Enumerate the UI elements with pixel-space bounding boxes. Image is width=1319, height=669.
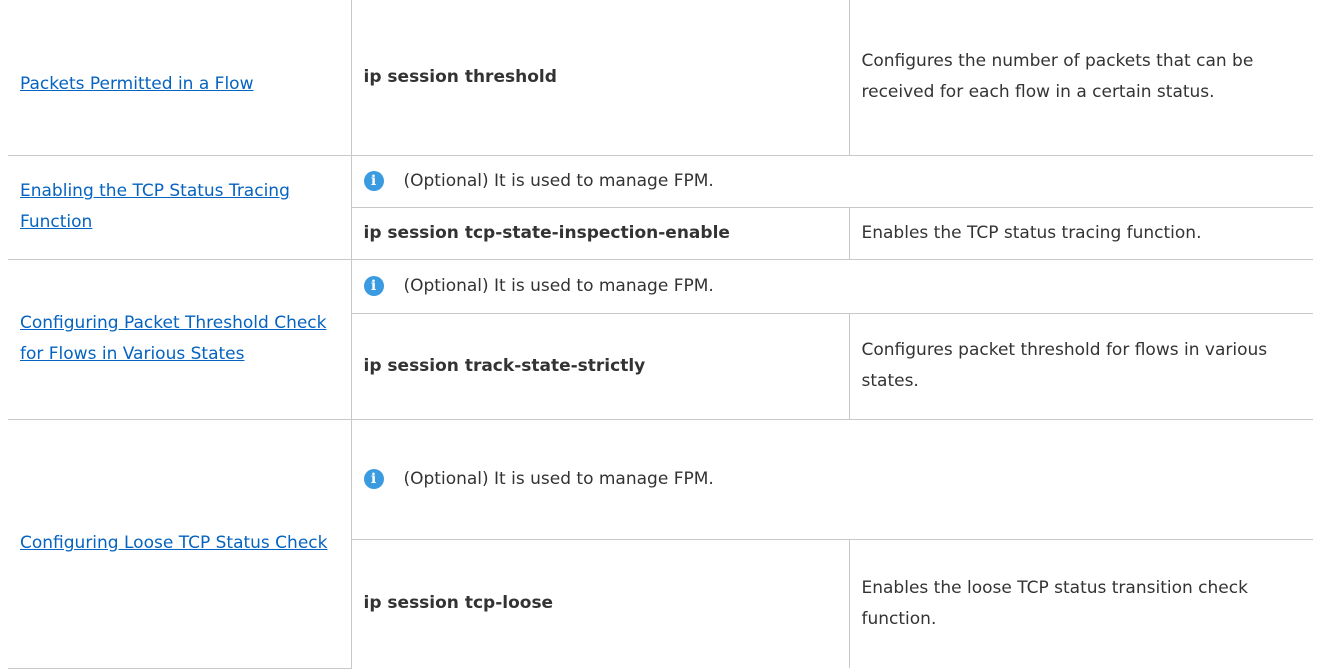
note-text: (Optional) It is used to manage FPM. (403, 275, 714, 296)
description-cell: Enables the TCP status tracing function. (848, 206, 1313, 260)
task-cell: Configuring Loose TCP Status Check (8, 418, 352, 669)
command-cell: ip session track-state-strictly (351, 312, 850, 420)
task-cell: Configuring Packet Threshold Check for F… (8, 258, 352, 420)
command-cell: ip session tcp-state-inspection-enable (351, 206, 850, 260)
note-cell: i (Optional) It is used to manage FPM. (350, 258, 1313, 314)
command-cell: ip session threshold (350, 0, 850, 156)
note-text: (Optional) It is used to manage FPM. (403, 170, 714, 191)
info-icon: i (363, 276, 384, 296)
task-cell: Enabling the TCP Status Tracing Function (8, 154, 352, 260)
command-cell: ip session tcp-loose (351, 538, 850, 668)
optional-note: i (Optional) It is used to manage FPM. (363, 271, 1302, 302)
task-link-packets-permitted[interactable]: Packets Permitted in a Flow (20, 74, 253, 94)
table-row: Packets Permitted in a Flow ip session t… (8, 0, 1313, 156)
description-cell: Enables the loose TCP status transition … (848, 538, 1313, 668)
task-link-loose-tcp-status-check[interactable]: Configuring Loose TCP Status Check (20, 533, 327, 553)
table-row: Enabling the TCP Status Tracing Function… (8, 154, 1313, 260)
description-cell: Configures the number of packets that ca… (848, 0, 1313, 156)
table-row: Configuring Packet Threshold Check for F… (8, 258, 1313, 420)
task-link-packet-threshold-check[interactable]: Configuring Packet Threshold Check for F… (20, 313, 327, 364)
note-cell: i (Optional) It is used to manage FPM. (350, 154, 1313, 208)
optional-note: i (Optional) It is used to manage FPM. (363, 464, 1302, 495)
table-row: Configuring Loose TCP Status Check i (Op… (8, 418, 1313, 669)
info-icon: i (363, 469, 384, 489)
note-cell: i (Optional) It is used to manage FPM. (350, 418, 1313, 540)
optional-note: i (Optional) It is used to manage FPM. (363, 166, 1302, 197)
note-text: (Optional) It is used to manage FPM. (403, 468, 714, 489)
description-cell: Configures packet threshold for flows in… (848, 312, 1313, 420)
configuration-task-table: Packets Permitted in a Flow ip session t… (8, 0, 1313, 669)
task-link-tcp-status-tracing[interactable]: Enabling the TCP Status Tracing Function (20, 181, 290, 232)
task-cell: Packets Permitted in a Flow (8, 0, 352, 156)
info-icon: i (363, 171, 384, 191)
